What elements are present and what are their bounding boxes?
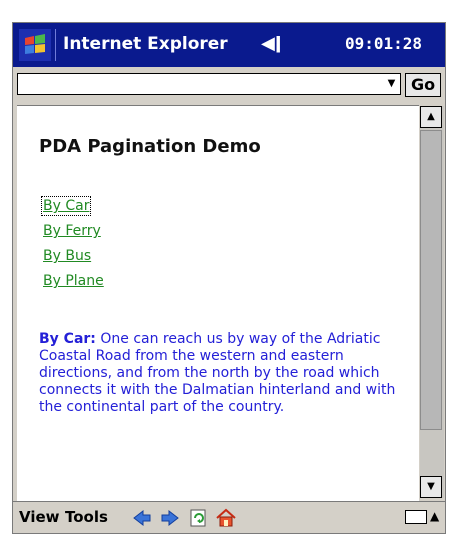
back-arrow-icon[interactable] [131,507,153,529]
scroll-thumb[interactable] [420,130,442,430]
scroll-up-button[interactable]: ▲ [420,106,442,128]
view-menu[interactable]: View [19,508,60,526]
app-title: Internet Explorer [63,34,228,54]
windows-start-icon[interactable] [19,29,51,61]
keyboard-icon[interactable] [405,510,427,524]
address-input[interactable] [17,73,401,95]
go-button[interactable]: Go [405,73,441,97]
link-by-ferry[interactable]: By Ferry [43,223,101,239]
command-bar: View Tools ▲ [13,501,445,533]
link-by-car[interactable]: By Car [40,196,92,216]
page-title: PDA Pagination Demo [39,136,261,157]
home-icon[interactable] [215,507,237,529]
chevron-down-icon[interactable]: ▼ [383,74,400,94]
address-bar: ▼ Go [13,69,445,101]
tools-menu[interactable]: Tools [65,508,108,526]
pda-window: Internet Explorer ◀ǀ 09:01:28 ▼ Go PDA P… [12,22,446,534]
paragraph-lead: By Car: [39,331,96,347]
content-paragraph: By Car: One can reach us by way of the A… [39,331,399,416]
refresh-icon[interactable] [187,507,209,529]
title-bar: Internet Explorer ◀ǀ 09:01:28 [13,23,445,67]
link-by-plane[interactable]: By Plane [43,273,104,289]
input-panel-arrow-icon[interactable]: ▲ [430,509,439,523]
vertical-scrollbar[interactable]: ▲ ▼ [420,106,444,498]
clock[interactable]: 09:01:28 [345,33,422,55]
page-content: PDA Pagination Demo By Car By Ferry By B… [17,105,419,501]
forward-arrow-icon[interactable] [159,507,181,529]
link-by-bus[interactable]: By Bus [43,248,91,264]
title-separator [55,29,56,61]
speaker-muted-icon[interactable]: ◀ǀ [261,33,282,55]
scroll-down-button[interactable]: ▼ [420,476,442,498]
